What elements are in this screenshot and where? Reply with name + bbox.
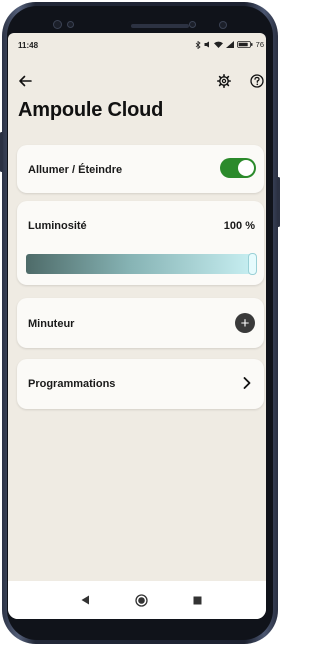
brightness-card: Luminosité 100 % [17,201,264,285]
status-time: 11:48 [18,41,39,50]
nav-recents-button[interactable] [190,593,204,607]
back-triangle-icon [81,595,89,605]
nav-home-button[interactable] [134,593,148,607]
power-label: Allumer / Éteindre [28,164,123,176]
timer-card[interactable]: Minuteur + [17,298,264,348]
signal-icon [225,41,234,48]
recents-square-icon [193,596,201,604]
bluetooth-icon [195,40,201,49]
front-camera-bar [47,20,247,32]
earpiece-speaker [131,24,189,28]
power-toggle[interactable] [220,158,256,178]
mute-icon [204,41,209,48]
nav-back-button[interactable] [78,593,92,607]
toggle-knob [238,160,254,176]
sensor-icon [53,20,62,29]
chevron-right-icon [243,377,251,389]
brightness-slider-handle[interactable] [248,253,257,275]
gear-icon [217,74,231,88]
front-camera-icon [189,21,196,28]
app-screen: 11:48 76 Ampoule Cloud Allumer / Éteindr… [8,33,266,619]
brightness-label: Luminosité [28,220,87,232]
camera-icon [67,21,74,28]
home-circle-icon [134,593,148,607]
schedules-label: Programmations [28,378,116,390]
status-bar: 11:48 76 [8,33,266,55]
plus-icon: + [240,314,250,332]
top-bar [8,71,266,95]
back-button[interactable] [16,72,34,90]
schedules-card[interactable]: Programmations [17,359,264,409]
proximity-sensor-icon [219,21,227,29]
help-button[interactable] [248,72,266,90]
system-nav-bar [8,581,266,619]
timer-label: Minuteur [28,318,75,330]
status-icons: 76 [195,40,264,49]
page-title: Ampoule Cloud [18,99,164,121]
battery-level: 76 [255,40,264,49]
question-circle-icon [250,74,264,88]
wifi-icon [213,41,223,48]
power-card: Allumer / Éteindre [17,145,264,193]
arrow-left-icon [19,75,32,87]
power-button [277,177,280,227]
battery-icon [236,41,253,48]
add-timer-button[interactable]: + [235,313,255,333]
brightness-value: 100 % [223,220,255,232]
brightness-slider[interactable] [26,253,257,275]
settings-button[interactable] [215,72,233,90]
volume-button [0,132,3,172]
